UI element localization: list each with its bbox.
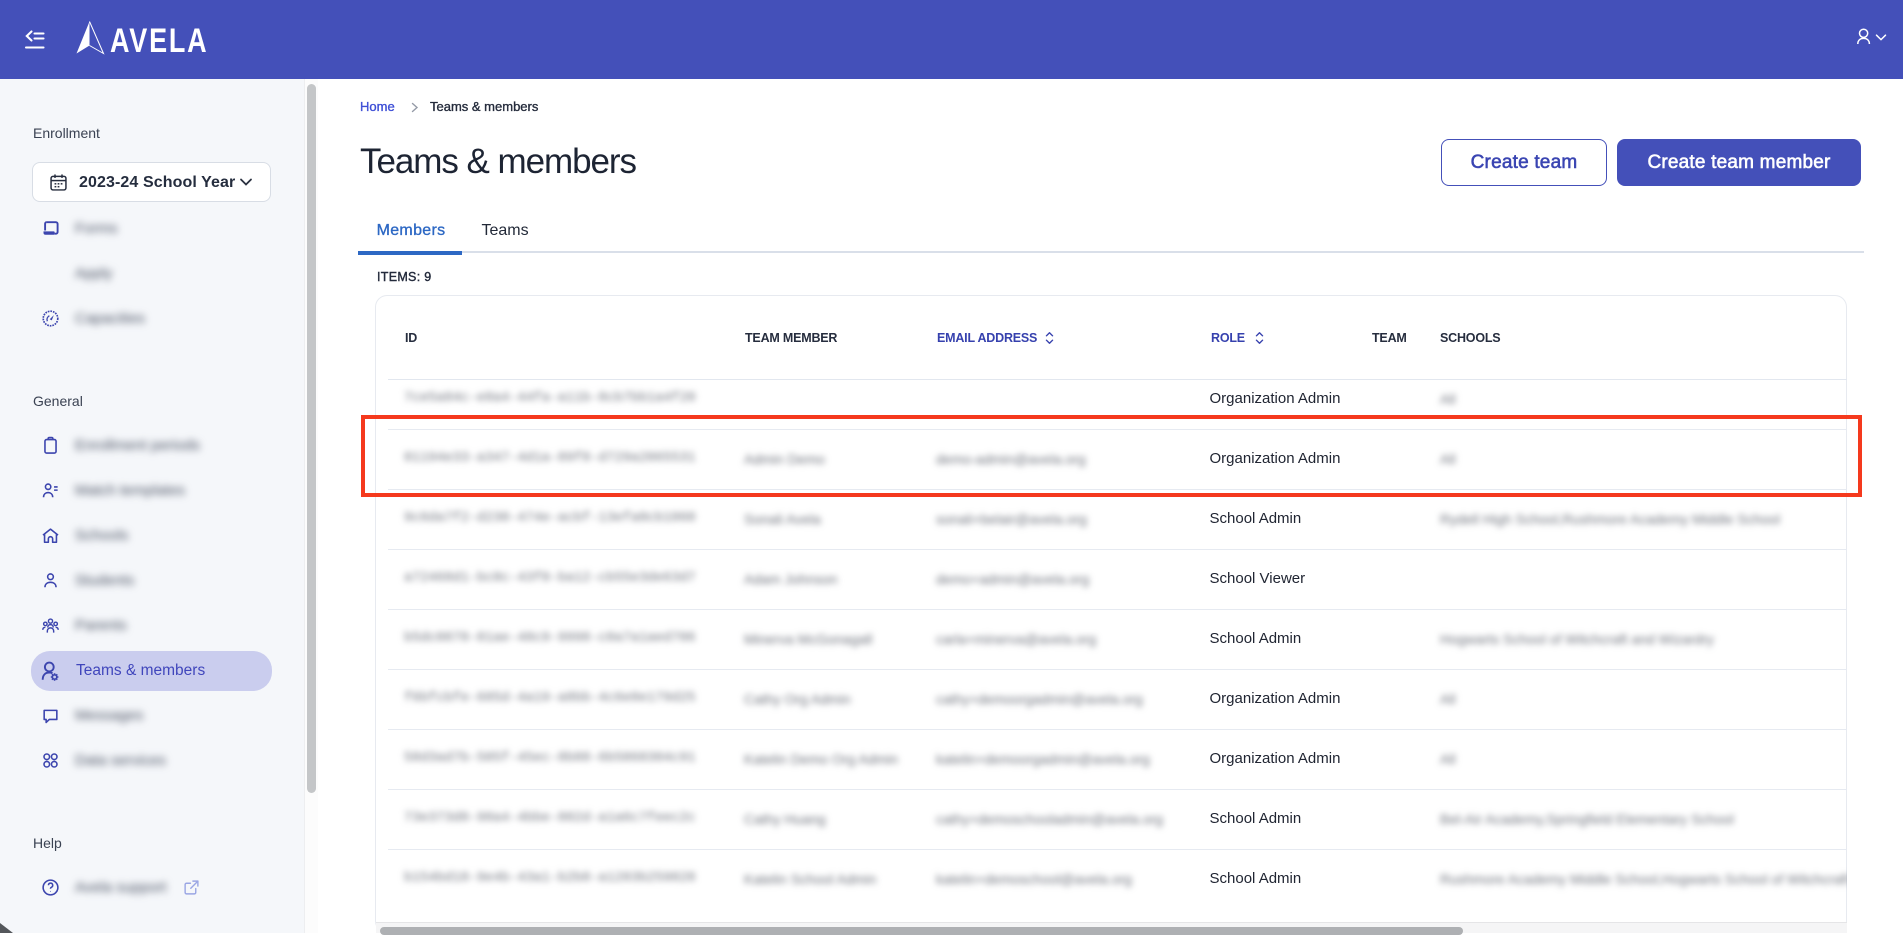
svg-text:AVELA: AVELA (110, 21, 208, 55)
